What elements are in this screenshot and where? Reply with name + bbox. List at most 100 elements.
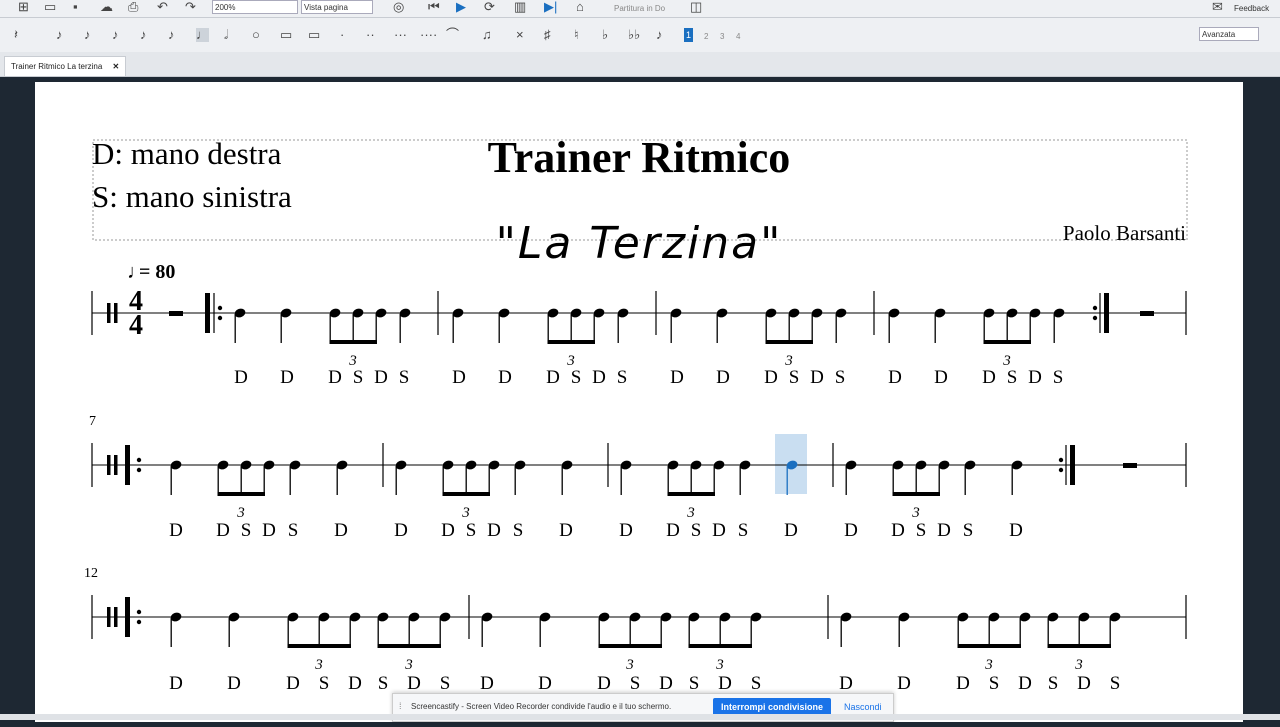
rest-icon[interactable]: ♫ (482, 28, 492, 42)
tie-icon[interactable]: ⌒ (446, 28, 459, 42)
undo-icon[interactable]: ↶ (157, 0, 168, 14)
feedback-link[interactable]: Feedback (1234, 2, 1269, 16)
repeat-dot (1058, 467, 1064, 473)
legend-right-hand: D: mano destra (92, 136, 282, 171)
measure-number: 12 (84, 566, 98, 581)
lyric-syllable: D (374, 367, 388, 388)
metronome-icon[interactable]: ⌂ (576, 0, 584, 14)
beam (892, 492, 940, 496)
hide-notification-link[interactable]: Nascondi (844, 702, 882, 712)
tuplet-number: 3 (1074, 657, 1083, 673)
new-file-icon[interactable]: ⊞ (18, 0, 29, 14)
score-subtitle: "La Terzina" (496, 218, 783, 269)
voice-1-button[interactable]: 1 (684, 28, 694, 42)
lyric-syllable: D (712, 520, 726, 541)
pan-score-icon[interactable]: ▶| (544, 0, 557, 14)
dot-icon[interactable]: · (340, 28, 344, 42)
mail-icon[interactable]: ✉ (1212, 0, 1223, 14)
beam (765, 340, 813, 344)
workspace-select[interactable]: Avanzata (1199, 27, 1259, 41)
lyric-syllable: S (353, 367, 364, 388)
save-icon[interactable]: ▪ (73, 0, 78, 14)
lyric-syllable: S (1110, 673, 1121, 694)
duration-breve-icon[interactable]: ▭ (280, 28, 292, 42)
cloud-save-icon[interactable]: ☁ (100, 0, 113, 14)
view-mode-select[interactable]: Vista pagina (301, 0, 373, 14)
print-icon[interactable]: ⎙ (128, 0, 138, 14)
double-sharp-icon[interactable]: × (516, 28, 524, 42)
percussion-clef-bar (114, 455, 118, 475)
beam (377, 644, 441, 648)
playback-ending-icon[interactable]: ▥ (514, 0, 526, 14)
duration-longa-icon[interactable]: ▭ (308, 28, 320, 42)
drag-handle-icon[interactable]: ⁞ (399, 701, 402, 711)
lyric-syllable: D (328, 367, 342, 388)
zoom-select[interactable]: 200% (212, 0, 298, 14)
lyric-syllable: D (1077, 673, 1091, 694)
sharp-icon[interactable]: ♯ (544, 28, 551, 42)
image-capture-icon[interactable]: ◫ (690, 0, 702, 14)
score-canvas[interactable]: D: mano destra S: mano sinistra Trainer … (35, 82, 1243, 722)
quad-dot-icon[interactable]: ···· (420, 28, 437, 42)
triple-dot-icon[interactable]: ··· (394, 28, 407, 42)
lyric-syllable: D (538, 673, 552, 694)
rewind-icon[interactable]: ⏮ (428, 0, 440, 14)
workspace-value: Avanzata (1202, 30, 1236, 39)
duration-16th-icon[interactable]: ♪ (112, 28, 119, 42)
tempo-marking: = 80 (139, 261, 175, 283)
duration-eighth2-icon[interactable]: ♪ (168, 28, 175, 42)
voice-3-button[interactable]: 3 (720, 30, 724, 44)
duration-quarter-icon[interactable]: ♩ (196, 28, 209, 42)
play-icon[interactable]: ▶ (456, 0, 466, 14)
composer: Paolo Barsanti (1063, 221, 1186, 245)
lyric-syllable: D (619, 520, 633, 541)
beam (442, 492, 490, 496)
double-flat-icon[interactable]: ♭♭ (628, 28, 640, 42)
midi-input-icon[interactable]: ◎ (393, 0, 404, 14)
duration-half-icon[interactable]: 𝅗𝅥 (224, 28, 228, 42)
lyric-syllable: D (934, 367, 948, 388)
flip-direction-icon[interactable]: ♪ (656, 28, 663, 42)
lyric-syllable: S (241, 520, 252, 541)
score-page[interactable]: D: mano destra S: mano sinistra Trainer … (35, 82, 1243, 722)
repeat-thick-bar (1070, 445, 1075, 485)
open-file-icon[interactable]: ▭ (44, 0, 56, 14)
note-input-icon[interactable]: 𝄽 (14, 28, 18, 42)
lyric-syllable: D (452, 367, 466, 388)
lyric-syllable: S (989, 673, 1000, 694)
duration-whole-icon[interactable]: ○ (252, 28, 260, 42)
lyric-syllable: D (597, 673, 611, 694)
natural-icon[interactable]: ♮ (574, 28, 579, 42)
loop-icon[interactable]: ⟳ (484, 0, 495, 14)
lyric-syllable: D (441, 520, 455, 541)
lyric-syllable: D (334, 520, 348, 541)
lyric-syllable: S (513, 520, 524, 541)
close-tab-icon[interactable]: ✕ (113, 62, 120, 71)
repeat-dot (1058, 457, 1064, 463)
redo-icon[interactable]: ↷ (185, 0, 196, 14)
lyric-syllable: D (394, 520, 408, 541)
repeat-dot (136, 609, 142, 615)
lyric-syllable: D (169, 520, 183, 541)
beam (287, 644, 351, 648)
concert-pitch-toggle[interactable]: Partitura in Do (614, 2, 665, 16)
duration-eighth-icon[interactable]: ♪ (140, 28, 147, 42)
percussion-clef-bar (107, 607, 111, 627)
whole-rest (169, 311, 183, 316)
lyric-syllable: D (262, 520, 276, 541)
lyric-syllable: D (1018, 673, 1032, 694)
lyric-syllable: D (897, 673, 911, 694)
beam (217, 492, 265, 496)
duration-32nd-icon[interactable]: ♪ (84, 28, 91, 42)
voice-4-button[interactable]: 4 (736, 30, 740, 44)
double-dot-icon[interactable]: ·· (366, 28, 375, 42)
voice-2-button[interactable]: 2 (704, 30, 708, 44)
whole-rest (1140, 311, 1154, 316)
score-tab[interactable]: Trainer Ritmico La terzina ✕ (4, 56, 127, 76)
lyric-syllable: S (691, 520, 702, 541)
lyric-syllable: D (1028, 367, 1042, 388)
lyric-syllable: D (888, 367, 902, 388)
flat-icon[interactable]: ♭ (602, 28, 608, 42)
duration-64th-icon[interactable]: ♪ (56, 28, 63, 42)
lyric-syllable: S (630, 673, 641, 694)
